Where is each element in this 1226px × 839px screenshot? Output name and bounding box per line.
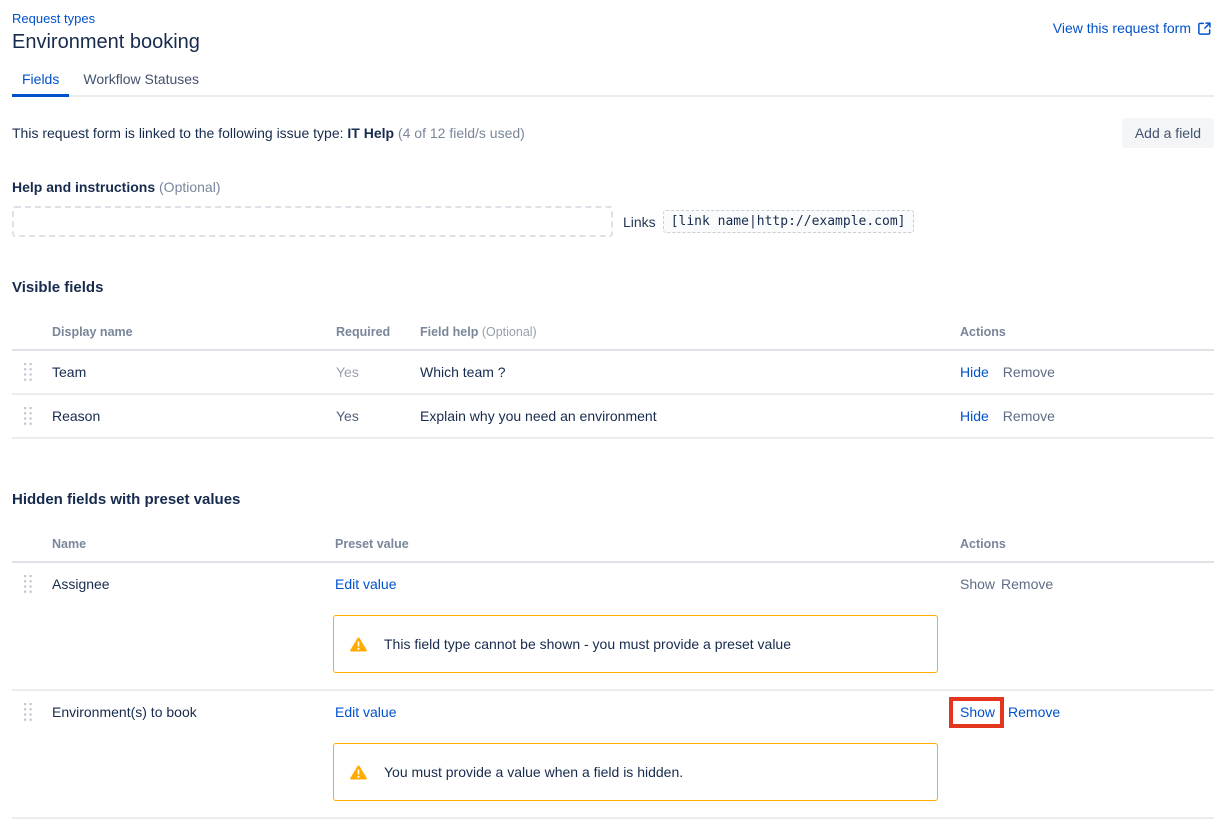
table-row-environments-to-book: Environment(s) to book Edit value Show R…: [12, 691, 1214, 819]
page-title: Environment booking: [12, 31, 1214, 54]
show-field-link[interactable]: Show: [960, 704, 995, 720]
edit-value-link[interactable]: Edit value: [335, 576, 396, 592]
help-instructions-section: Help and instructions (Optional) Links […: [12, 179, 1214, 237]
help-input-row: Links [link name|http://example.com]: [12, 206, 1214, 237]
remove-field-link[interactable]: Remove: [1003, 408, 1055, 424]
hide-field-link[interactable]: Hide: [960, 364, 989, 380]
help-instructions-title: Help and instructions: [12, 179, 155, 195]
help-instructions-label: Help and instructions (Optional): [12, 179, 1214, 195]
row-actions: Show Remove: [960, 704, 1214, 720]
tab-workflow-statuses[interactable]: Workflow Statuses: [73, 71, 209, 95]
tab-bar: Fields Workflow Statuses: [12, 71, 1214, 97]
hidden-fields-heading: Hidden fields with preset values: [12, 491, 1214, 508]
show-field-link[interactable]: Show: [960, 576, 995, 592]
help-instructions-input[interactable]: [12, 206, 613, 237]
fields-usage-count: (4 of 12 field/s used): [398, 125, 525, 141]
field-name: Environment(s) to book: [52, 704, 335, 720]
drag-handle[interactable]: [12, 363, 52, 381]
field-help-text: Explain why you need an environment: [420, 408, 960, 424]
visible-fields-table: Display name Required Field help (Option…: [12, 325, 1214, 439]
remove-field-link[interactable]: Remove: [1003, 364, 1055, 380]
request-type-settings-page: Request types Environment booking View t…: [0, 0, 1226, 839]
edit-value-link[interactable]: Edit value: [335, 704, 396, 720]
col-name: Name: [52, 537, 335, 551]
links-syntax-hint: [link name|http://example.com]: [663, 210, 914, 233]
visible-fields-heading: Visible fields: [12, 279, 1214, 296]
remove-field-link[interactable]: Remove: [1008, 704, 1060, 720]
links-label: Links: [623, 214, 656, 230]
field-name: Assignee: [52, 576, 335, 592]
row-actions: Hide Remove: [960, 364, 1214, 380]
breadcrumb-request-types[interactable]: Request types: [12, 11, 95, 26]
row-actions: Hide Remove: [960, 408, 1214, 424]
linked-issue-type-text: This request form is linked to the follo…: [12, 125, 525, 141]
drag-handle-icon: [24, 407, 32, 425]
drag-handle[interactable]: [12, 575, 52, 593]
drag-handle[interactable]: [12, 407, 52, 425]
col-display-name: Display name: [52, 325, 336, 339]
table-row-assignee: Assignee Edit value Show Remove This fie…: [12, 563, 1214, 691]
warning-message-text: This field type cannot be shown - you mu…: [384, 636, 791, 652]
col-preset-value: Preset value: [335, 537, 960, 551]
help-instructions-optional: (Optional): [159, 179, 220, 195]
table-row-reason: Reason Yes Explain why you need an envir…: [12, 395, 1214, 439]
field-display-name: Reason: [52, 408, 336, 424]
page-header: Request types Environment booking View t…: [12, 10, 1214, 54]
issue-type-name: IT Help: [347, 125, 394, 141]
warning-message-text: You must provide a value when a field is…: [384, 764, 683, 780]
linked-issue-row: This request form is linked to the follo…: [12, 118, 1214, 148]
external-link-icon: [1197, 21, 1212, 36]
warning-message-box: This field type cannot be shown - you mu…: [333, 615, 938, 673]
drag-handle-icon: [24, 575, 32, 593]
table-row-team: Team Yes Which team ? Hide Remove: [12, 351, 1214, 395]
field-required-value: Yes: [336, 364, 420, 380]
col-field-help-optional: (Optional): [482, 325, 537, 339]
col-actions: Actions: [960, 325, 1214, 339]
field-display-name: Team: [52, 364, 336, 380]
hide-field-link[interactable]: Hide: [960, 408, 989, 424]
drag-handle[interactable]: [12, 703, 52, 721]
view-request-form-label: View this request form: [1053, 20, 1191, 36]
field-required-value: Yes: [336, 408, 420, 424]
remove-field-link[interactable]: Remove: [1001, 576, 1053, 592]
col-field-help: Field help (Optional): [420, 325, 960, 339]
col-required: Required: [336, 325, 420, 339]
col-actions: Actions: [960, 537, 1214, 551]
drag-handle-icon: [24, 703, 32, 721]
hidden-fields-table-header: Name Preset value Actions: [12, 537, 1214, 563]
warning-icon: [350, 765, 367, 780]
hidden-fields-table: Name Preset value Actions Assignee Edit …: [12, 537, 1214, 819]
field-help-text: Which team ?: [420, 364, 960, 380]
row-actions: Show Remove: [960, 576, 1214, 592]
drag-handle-icon: [24, 363, 32, 381]
linked-issue-prefix: This request form is linked to the follo…: [12, 125, 344, 141]
add-field-button[interactable]: Add a field: [1122, 118, 1214, 148]
visible-fields-table-header: Display name Required Field help (Option…: [12, 325, 1214, 351]
view-request-form-link[interactable]: View this request form: [1053, 20, 1212, 36]
warning-message-box: You must provide a value when a field is…: [333, 743, 938, 801]
tab-fields[interactable]: Fields: [12, 71, 69, 97]
warning-icon: [350, 637, 367, 652]
